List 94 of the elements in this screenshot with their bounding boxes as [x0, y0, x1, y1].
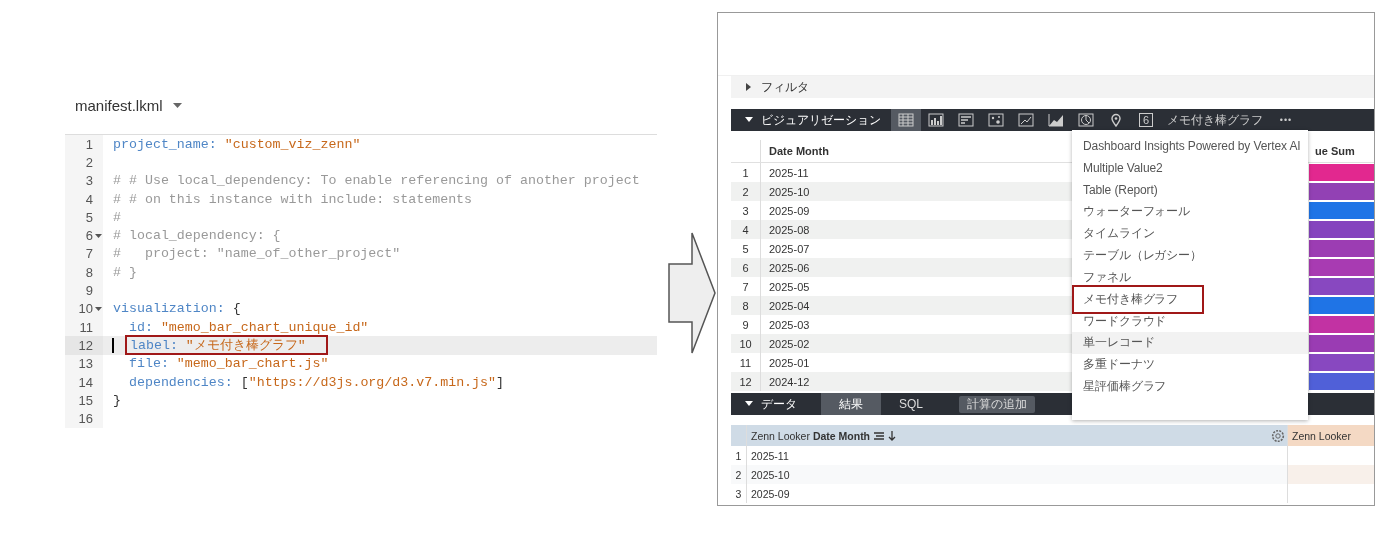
table-cell: 2025-01 — [769, 356, 810, 369]
settings-icon — [1271, 428, 1285, 443]
line-number: 8 — [85, 264, 93, 280]
fold-caret-icon — [94, 306, 102, 311]
menu-item[interactable]: Multiple Value2 — [1072, 156, 1308, 179]
table-cell: 2025-05 — [769, 280, 810, 293]
bar-chart-icon — [958, 113, 974, 127]
code-line: project_name: "custom_viz_zenn" — [113, 136, 361, 152]
code-line: # project: "name_of_other_project" — [113, 246, 401, 262]
column-header[interactable]: ue Sum — [1315, 145, 1355, 157]
pivot-icon — [873, 430, 886, 441]
line-number: 3 — [85, 173, 93, 189]
table-icon — [898, 113, 914, 127]
menu-item[interactable]: ウォーターフォール — [1072, 200, 1308, 223]
column-chart-icon — [928, 113, 944, 127]
menu-item[interactable]: 星評価棒グラフ — [1072, 375, 1308, 398]
menu-item[interactable]: 多重ドーナツ — [1072, 353, 1308, 376]
text-cursor — [112, 337, 114, 353]
map-pin-icon — [1108, 113, 1124, 127]
menu-item[interactable]: Dashboard Insights Powered by Vertex AI — [1072, 135, 1308, 157]
code-line: visualization: { — [113, 301, 241, 317]
line-number: 6 — [85, 228, 93, 244]
row-number: 6 — [731, 258, 761, 277]
line-number: 13 — [78, 356, 93, 372]
line-number: 16 — [78, 411, 93, 427]
file-name: manifest.lkml — [75, 96, 163, 114]
arrow-icon — [668, 232, 716, 354]
visualization-tab[interactable]: 6 — [1131, 109, 1161, 131]
table-cell: 2025-04 — [769, 299, 810, 312]
dropdown-caret-icon — [172, 102, 182, 108]
menu-item[interactable]: 単一レコード — [1072, 332, 1308, 354]
table-cell-text: 2025-09 — [750, 486, 791, 502]
row-number: 12 — [731, 372, 761, 391]
line-number: 7 — [85, 246, 93, 262]
table-cell: 2025-06 — [769, 261, 810, 274]
column-header[interactable]: Zenn Looker Date Month — [747, 425, 1287, 446]
row-number: 2 — [731, 465, 747, 484]
visualization-tab[interactable]: メモ付き棒グラフ — [1161, 109, 1271, 131]
menu-item[interactable]: テーブル（レガシー） — [1072, 244, 1308, 267]
code-line: # # on this instance with include: statements — [113, 191, 473, 207]
fold-caret-icon — [94, 233, 102, 238]
scatter-chart-icon — [988, 113, 1004, 127]
row-number: 2 — [731, 182, 761, 201]
line-number: 15 — [78, 392, 93, 408]
line-chart-icon — [1018, 113, 1034, 127]
table-cell: 2025-11 — [769, 166, 809, 179]
row-number: 4 — [731, 220, 761, 239]
code-line: # } — [113, 264, 137, 280]
data-tab[interactable]: SQL — [881, 393, 941, 415]
menu-item[interactable]: ファネル — [1072, 266, 1308, 289]
data-tab[interactable]: 結果 — [821, 393, 881, 415]
more-button[interactable]: ••• — [1271, 109, 1301, 131]
menu-item[interactable]: タイムライン — [1072, 222, 1308, 245]
line-number: 9 — [85, 283, 93, 298]
table-cell-text: 2025-11 — [750, 448, 790, 464]
sort-down-arrow-icon — [888, 430, 897, 441]
code-line: file: "memo_bar_chart.js" — [127, 356, 329, 372]
row-number: 3 — [731, 484, 747, 503]
row-number: 10 — [731, 334, 761, 353]
add-calculation-button[interactable]: 計算の追加 — [959, 395, 1035, 413]
line-number: 2 — [85, 154, 93, 170]
table-cell: 2025-02 — [769, 337, 810, 350]
line-number: 1 — [85, 136, 93, 152]
filter-bar[interactable]: フィルタ — [731, 76, 1374, 98]
table-cell: 2025-08 — [769, 223, 810, 236]
code-line: dependencies: ["https://d3js.org/d3.v7.min.js"] — [127, 374, 505, 390]
line-number: 10 — [78, 301, 93, 317]
line-number: 14 — [78, 374, 93, 390]
section-label: ビジュアリゼーション — [761, 111, 881, 129]
code-line: # # Use local_dependency: To enable referencing of another project — [113, 173, 640, 189]
column-header[interactable]: Date Month — [769, 145, 829, 157]
code-line: } — [113, 392, 121, 408]
table-cell: 2025-07 — [769, 242, 810, 255]
table-cell: 2024-12 — [769, 375, 810, 388]
menu-item[interactable]: Table (Report) — [1072, 178, 1308, 201]
code-line: # — [113, 209, 121, 225]
line-number: 12 — [78, 337, 93, 353]
table-cell-text: 2025-10 — [750, 467, 791, 483]
filter-label: フィルタ — [761, 78, 809, 96]
pie-chart-icon — [1078, 113, 1094, 127]
line-number: 5 — [85, 209, 93, 225]
code-line: label: "メモ付き棒グラフ" — [130, 337, 306, 355]
area-chart-icon — [1048, 113, 1064, 127]
table-cell: 2025-09 — [769, 204, 810, 217]
section-label: データ — [761, 395, 797, 413]
column-header[interactable]: Zenn Looker — [1287, 425, 1374, 446]
table-cell: 2025-10 — [769, 185, 810, 198]
line-number: 11 — [79, 319, 93, 335]
code-line: # local_dependency: { — [113, 228, 281, 244]
line-number: 4 — [85, 191, 93, 207]
row-number: 8 — [731, 296, 761, 315]
table-cell: 2025-03 — [769, 318, 810, 331]
code-line: id: "memo_bar_chart_unique_id" — [127, 319, 369, 335]
menu-item[interactable]: ワードクラウド — [1072, 310, 1308, 332]
